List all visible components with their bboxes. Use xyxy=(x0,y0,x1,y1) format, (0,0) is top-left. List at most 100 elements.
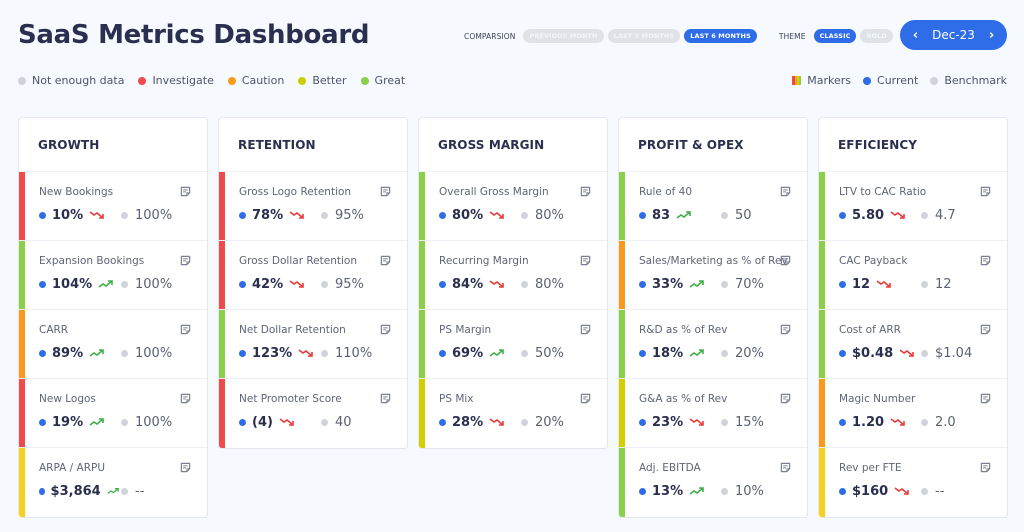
benchmark-value-group: 15% xyxy=(721,415,764,430)
metric-card-new-logos[interactable]: New Logos 19% 100% xyxy=(19,379,207,448)
metric-card-r-d-as-of-rev[interactable]: R&D as % of Rev 18% 20% xyxy=(619,310,807,379)
benchmark-value: 12 xyxy=(935,276,952,292)
note-icon[interactable] xyxy=(980,462,991,473)
comparison-last-6-months-button[interactable]: LAST 6 MONTHS xyxy=(684,29,757,43)
note-icon[interactable] xyxy=(180,255,191,266)
note-icon[interactable] xyxy=(580,324,591,335)
theme-classic-button[interactable]: CLASSIC xyxy=(813,29,857,43)
note-icon[interactable] xyxy=(980,186,991,197)
metric-values: 80% 80% xyxy=(439,207,595,223)
metric-card-rule-of-40[interactable]: Rule of 40 83 50 xyxy=(619,172,807,241)
note-icon[interactable] xyxy=(980,255,991,266)
note-icon[interactable] xyxy=(580,393,591,404)
note-icon[interactable] xyxy=(180,393,191,404)
current-value: 13% xyxy=(652,483,684,499)
metric-card-magic-number[interactable]: Magic Number 1.20 2.0 xyxy=(819,379,1007,448)
current-value: $3,864 xyxy=(50,483,101,499)
benchmark-dot-icon xyxy=(521,418,528,426)
metric-card-ps-margin[interactable]: PS Margin 69% 50% xyxy=(419,310,607,379)
trend-up-icon xyxy=(107,487,119,494)
note-icon[interactable] xyxy=(780,186,791,197)
metric-card-gross-dollar-retention[interactable]: Gross Dollar Retention 42% 95% xyxy=(219,241,407,310)
legend-item-benchmark: Benchmark xyxy=(930,74,1007,87)
note-icon[interactable] xyxy=(180,324,191,335)
note-icon[interactable] xyxy=(980,324,991,335)
benchmark-value-group: 100% xyxy=(121,415,172,430)
note-icon[interactable] xyxy=(980,393,991,404)
metric-card-carr[interactable]: CARR 89% 100% xyxy=(19,310,207,379)
metric-values: 33% 70% xyxy=(639,276,795,292)
benchmark-value-group: -- xyxy=(121,484,144,499)
metric-card-arpa-arpu[interactable]: ARPA / ARPU $3,864 -- xyxy=(19,448,207,517)
status-marker xyxy=(819,379,825,447)
note-icon[interactable] xyxy=(380,255,391,266)
note-icon[interactable] xyxy=(380,393,391,404)
metric-card-cost-of-arr[interactable]: Cost of ARR $0.48 $1.04 xyxy=(819,310,1007,379)
benchmark-dot-icon xyxy=(921,418,928,426)
benchmark-dot-icon xyxy=(930,76,939,85)
benchmark-dot-icon xyxy=(521,349,528,357)
status-legend: Not enough data Investigate Caution Bett… xyxy=(18,74,405,87)
metric-name: PS Margin xyxy=(439,324,492,336)
note-icon[interactable] xyxy=(580,255,591,266)
metric-values: 18% 20% xyxy=(639,345,795,361)
note-icon[interactable] xyxy=(180,462,191,473)
theme-bold-button[interactable]: BOLD xyxy=(860,29,893,43)
current-value-group: 83 xyxy=(639,208,721,223)
benchmark-value: 80% xyxy=(535,276,564,292)
metric-card-net-dollar-retention[interactable]: Net Dollar Retention 123% 110% xyxy=(219,310,407,379)
comparison-last-3-months-button[interactable]: LAST 3 MONTHS xyxy=(607,29,681,43)
note-icon[interactable] xyxy=(780,255,791,266)
metric-card-adj-ebitda[interactable]: Adj. EBITDA 13% 10% xyxy=(619,448,807,517)
current-value: 123% xyxy=(252,345,293,361)
chevron-right-icon[interactable]: › xyxy=(989,28,994,43)
metric-card-new-bookings[interactable]: New Bookings 10% 100% xyxy=(19,172,207,241)
metric-card-ps-mix[interactable]: PS Mix 28% 20% xyxy=(419,379,607,448)
metric-card-rev-per-fte[interactable]: Rev per FTE $160 -- xyxy=(819,448,1007,517)
metric-name: R&D as % of Rev xyxy=(639,324,728,336)
metric-card-g-a-as-of-rev[interactable]: G&A as % of Rev 23% 15% xyxy=(619,379,807,448)
metric-values: 10% 100% xyxy=(39,207,195,223)
legend-label: Benchmark xyxy=(944,74,1007,87)
note-icon[interactable] xyxy=(780,324,791,335)
benchmark-dot-icon xyxy=(721,418,728,426)
column-title: GROSS MARGIN xyxy=(419,118,607,172)
current-dot-icon xyxy=(839,280,846,288)
metric-card-net-promoter-score[interactable]: Net Promoter Score (4) 40 xyxy=(219,379,407,448)
metric-card-recurring-margin[interactable]: Recurring Margin 84% 80% xyxy=(419,241,607,310)
metric-card-expansion-bookings[interactable]: Expansion Bookings 104% 100% xyxy=(19,241,207,310)
metric-card-gross-logo-retention[interactable]: Gross Logo Retention 78% 95% xyxy=(219,172,407,241)
note-icon[interactable] xyxy=(380,324,391,335)
note-icon[interactable] xyxy=(180,186,191,197)
current-value: 33% xyxy=(652,276,684,292)
metric-card-sales-marketing-as-of-rev[interactable]: Sales/Marketing as % of Rev 33% 70% xyxy=(619,241,807,310)
benchmark-value: 95% xyxy=(335,276,364,292)
note-icon[interactable] xyxy=(780,462,791,473)
theme-label: THEME xyxy=(778,31,806,41)
benchmark-value-group: 12 xyxy=(921,277,952,292)
benchmark-value-group: 20% xyxy=(521,415,564,430)
current-dot-icon xyxy=(239,349,246,357)
current-dot-icon xyxy=(39,349,46,357)
metric-card-cac-payback[interactable]: CAC Payback 12 12 xyxy=(819,241,1007,310)
comparison-previous-month-button[interactable]: PREVIOUS MONTH xyxy=(523,29,604,43)
legend-item-investigate: Investigate xyxy=(138,74,214,87)
note-icon[interactable] xyxy=(580,186,591,197)
date-selector[interactable]: ‹ Dec-23 › xyxy=(900,20,1007,50)
legend-item-better: Better xyxy=(298,74,347,87)
note-icon[interactable] xyxy=(780,393,791,404)
metric-card-overall-gross-margin[interactable]: Overall Gross Margin 80% 80% xyxy=(419,172,607,241)
metric-card-ltv-to-cac-ratio[interactable]: LTV to CAC Ratio 5.80 4.7 xyxy=(819,172,1007,241)
trend-down-icon xyxy=(289,280,304,288)
status-marker xyxy=(419,172,425,240)
benchmark-dot-icon xyxy=(321,349,328,357)
current-dot-icon xyxy=(639,349,646,357)
trend-down-icon xyxy=(899,349,914,357)
benchmark-value-group: $1.04 xyxy=(921,346,972,361)
legend-label: Markers xyxy=(807,74,852,87)
note-icon[interactable] xyxy=(380,186,391,197)
benchmark-dot-icon xyxy=(321,280,328,288)
metric-column-profit-opex: PROFIT & OPEX Rule of 40 83 50 Sales/Mar… xyxy=(618,117,808,518)
chevron-left-icon[interactable]: ‹ xyxy=(913,28,918,43)
current-value-group: 10% xyxy=(39,208,121,223)
